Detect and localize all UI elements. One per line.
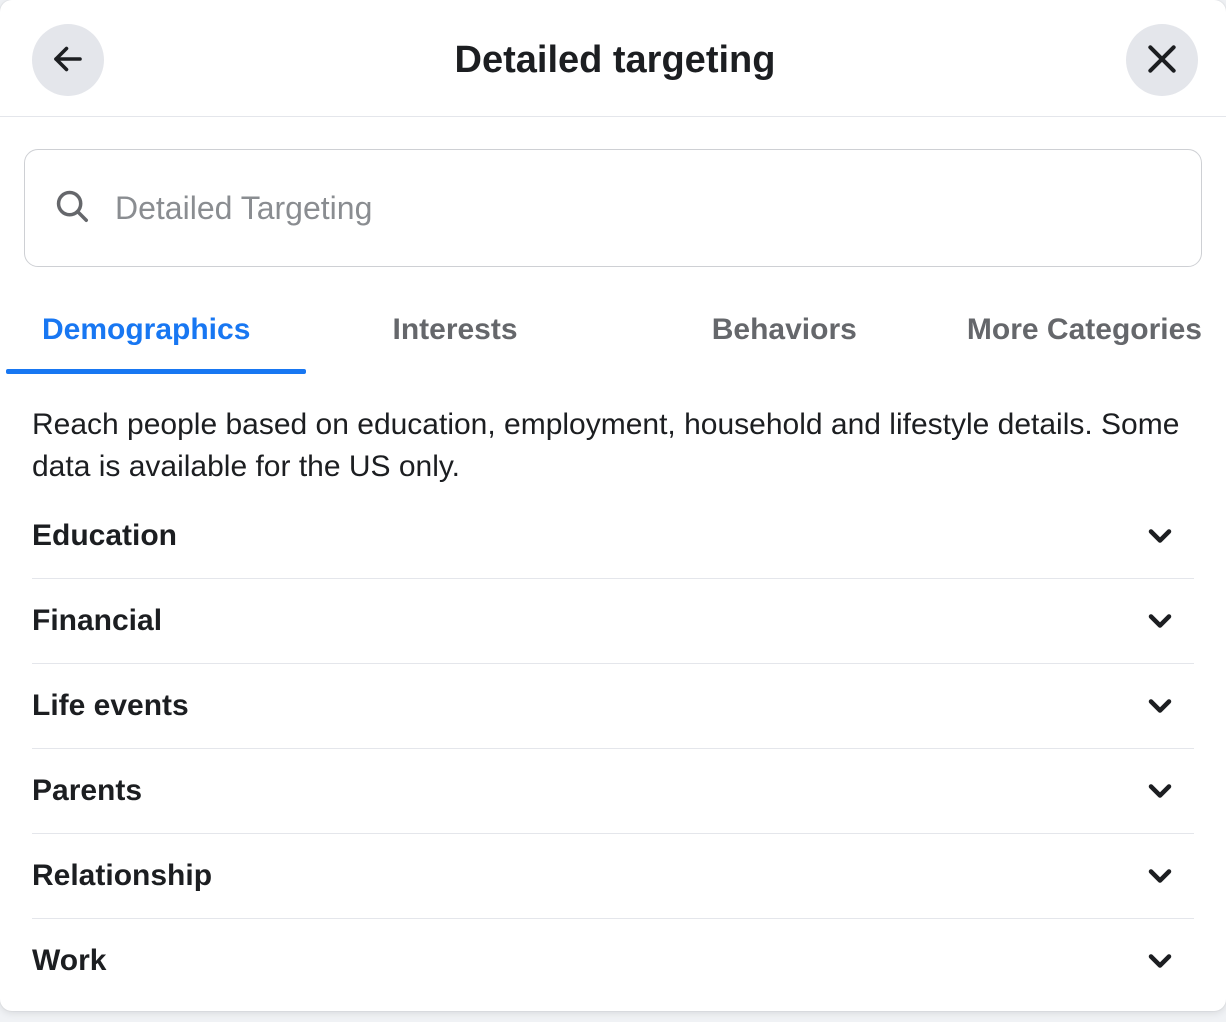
search-container[interactable] xyxy=(24,149,1202,267)
tab-behaviors[interactable]: Behaviors xyxy=(620,289,949,373)
accordion-label: Parents xyxy=(32,774,142,808)
accordion-label: Life events xyxy=(32,689,189,723)
tab-description: Reach people based on education, employm… xyxy=(32,404,1194,488)
detailed-targeting-modal: Detailed targeting Demographics xyxy=(0,0,1226,1011)
chevron-down-icon xyxy=(1142,858,1178,894)
tabs-container: Demographics Interests Behaviors More Ca… xyxy=(24,289,1202,374)
modal-body: Demographics Interests Behaviors More Ca… xyxy=(0,117,1226,1011)
accordion-item-relationship[interactable]: Relationship xyxy=(32,834,1194,919)
accordion-item-work[interactable]: Work xyxy=(32,919,1194,1011)
modal-title: Detailed targeting xyxy=(104,39,1126,82)
chevron-down-icon xyxy=(1142,773,1178,809)
chevron-down-icon xyxy=(1142,943,1178,979)
close-icon xyxy=(1142,39,1182,82)
search-input[interactable] xyxy=(115,190,1173,227)
chevron-down-icon xyxy=(1142,518,1178,554)
chevron-down-icon xyxy=(1142,688,1178,724)
chevron-down-icon xyxy=(1142,603,1178,639)
accordion-label: Financial xyxy=(32,604,162,638)
accordion-label: Education xyxy=(32,519,177,553)
tab-label: More Categories xyxy=(967,313,1202,346)
accordion-item-parents[interactable]: Parents xyxy=(32,749,1194,834)
accordion-label: Relationship xyxy=(32,859,212,893)
tab-label: Behaviors xyxy=(712,313,857,346)
tab-demographics[interactable]: Demographics xyxy=(24,289,290,373)
accordion-label: Work xyxy=(32,944,106,978)
tab-more-categories[interactable]: More Categories xyxy=(949,289,1202,373)
arrow-left-icon xyxy=(50,41,86,80)
tab-label: Interests xyxy=(392,313,517,346)
accordion-item-life-events[interactable]: Life events xyxy=(32,664,1194,749)
search-icon xyxy=(53,187,115,230)
accordion-item-financial[interactable]: Financial xyxy=(32,579,1194,664)
tab-interests[interactable]: Interests xyxy=(290,289,619,373)
tab-content: Reach people based on education, employm… xyxy=(24,374,1202,1011)
back-button[interactable] xyxy=(32,24,104,96)
accordion-item-education[interactable]: Education xyxy=(32,504,1194,579)
modal-header: Detailed targeting xyxy=(0,0,1226,117)
close-button[interactable] xyxy=(1126,24,1198,96)
tab-label: Demographics xyxy=(42,313,250,346)
